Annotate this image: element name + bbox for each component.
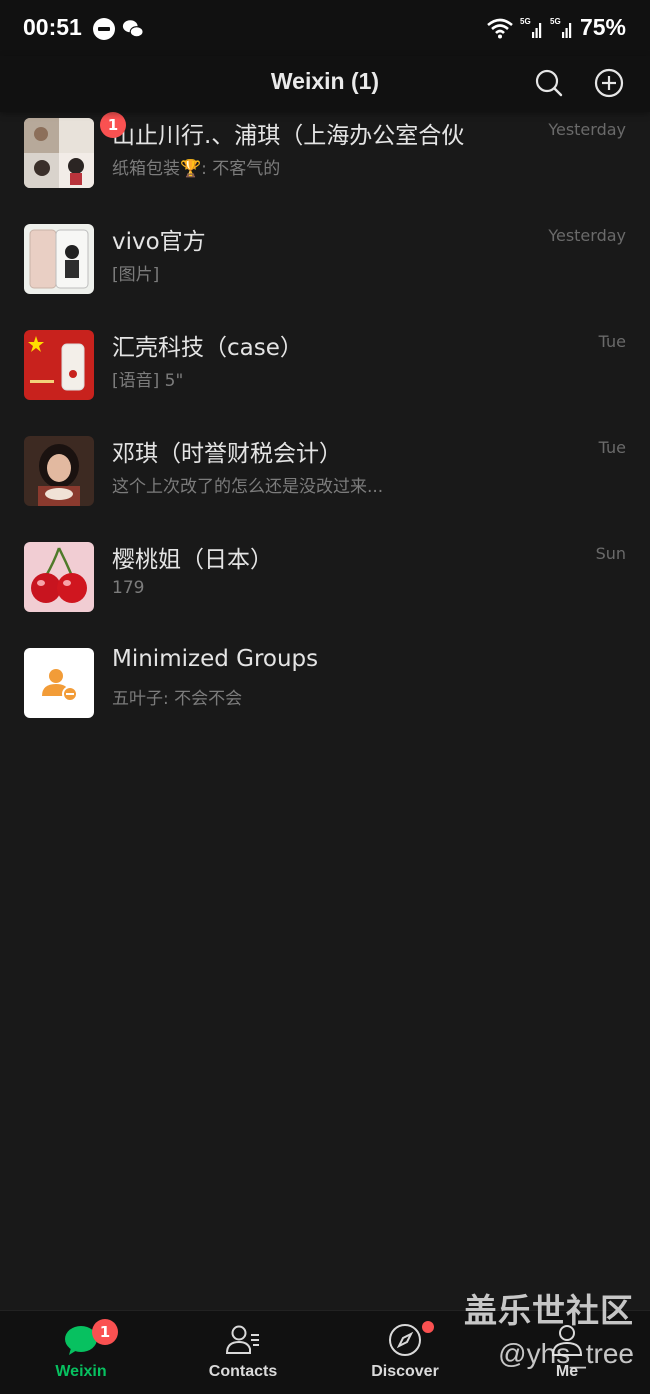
signal-5g-label-1: 5G <box>520 17 531 26</box>
chat-time: Sun <box>595 544 626 563</box>
battery-percentage: 75% <box>579 14 626 40</box>
contacts-icon <box>225 1325 259 1354</box>
tab-me[interactable]: Me <box>486 1311 648 1394</box>
chat-avatar <box>24 542 94 612</box>
chat-preview: 五叶子: 不会不会 <box>112 689 243 709</box>
tab-weixin[interactable]: 1 Weixin <box>0 1311 162 1394</box>
signal-5g-icon-2: 5G <box>550 17 572 38</box>
new-content-dot <box>422 1321 434 1333</box>
chat-name: 山止川行.、浦琪（上海办公室合伙 <box>112 123 465 149</box>
signal-5g-label-2: 5G <box>550 17 561 26</box>
tab-badge: 1 <box>92 1319 118 1345</box>
plus-circle-icon[interactable] <box>591 65 627 101</box>
chat-preview: 纸箱包装🏆: 不客气的 <box>112 159 281 179</box>
wifi-icon <box>487 18 513 38</box>
chat-item[interactable]: vivo官方 [图片] Yesterday <box>0 200 650 306</box>
chat-avatar <box>24 436 94 506</box>
chat-name: 樱桃姐（日本） <box>112 547 273 573</box>
tab-label: Discover <box>371 1363 439 1380</box>
chat-preview: 179 <box>112 578 145 598</box>
app-header: Weixin (1) <box>0 56 650 112</box>
chat-item[interactable]: 邓琪（时誉财税会计） 这个上次改了的怎么还是没改过来... Tue <box>0 412 650 518</box>
chat-preview: [语音] 5" <box>112 371 184 391</box>
tab-label: Contacts <box>208 1363 278 1380</box>
chat-time: Tue <box>598 438 626 457</box>
status-time: 00:51 <box>23 14 82 40</box>
minimized-groups-icon <box>24 648 94 718</box>
compass-icon <box>389 1324 421 1356</box>
tab-discover[interactable]: Discover <box>324 1311 486 1394</box>
status-indicators: 5G 5G 75% <box>486 14 626 41</box>
chat-time: Tue <box>598 332 626 351</box>
bottom-tab-bar: 1 Weixin Contacts Discover Me <box>0 1310 650 1394</box>
tab-label: Me <box>555 1363 579 1380</box>
chat-avatar <box>24 330 94 400</box>
chat-time: Yesterday <box>548 120 626 139</box>
chat-name: Minimized Groups <box>112 646 319 672</box>
chat-item-minimized-groups[interactable]: Minimized Groups 五叶子: 不会不会 <box>0 624 650 730</box>
chat-preview: [图片] <box>112 265 160 285</box>
chat-avatar <box>24 224 94 294</box>
chat-avatar: 1 <box>24 112 126 188</box>
chat-preview: 这个上次改了的怎么还是没改过来... <box>112 477 384 497</box>
do-not-disturb-icon <box>93 18 115 40</box>
chat-name: 邓琪（时誉财税会计） <box>112 441 342 467</box>
status-bar: 00:51 5G 5G 75% <box>0 0 650 56</box>
signal-5g-icon-1: 5G <box>520 17 542 38</box>
tab-label: Weixin <box>55 1363 107 1380</box>
person-icon <box>551 1325 583 1356</box>
chat-item[interactable]: 樱桃姐（日本） 179 Sun <box>0 518 650 624</box>
chat-item[interactable]: 汇壳科技（case） [语音] 5" Tue <box>0 306 650 412</box>
chat-name: 汇壳科技（case） <box>112 335 303 361</box>
search-icon[interactable] <box>531 65 567 101</box>
unread-badge: 1 <box>100 112 126 138</box>
wechat-notification-icon <box>122 20 144 38</box>
chat-name: vivo官方 <box>112 229 206 255</box>
tab-contacts[interactable]: Contacts <box>162 1311 324 1394</box>
chat-time: Yesterday <box>548 226 626 245</box>
